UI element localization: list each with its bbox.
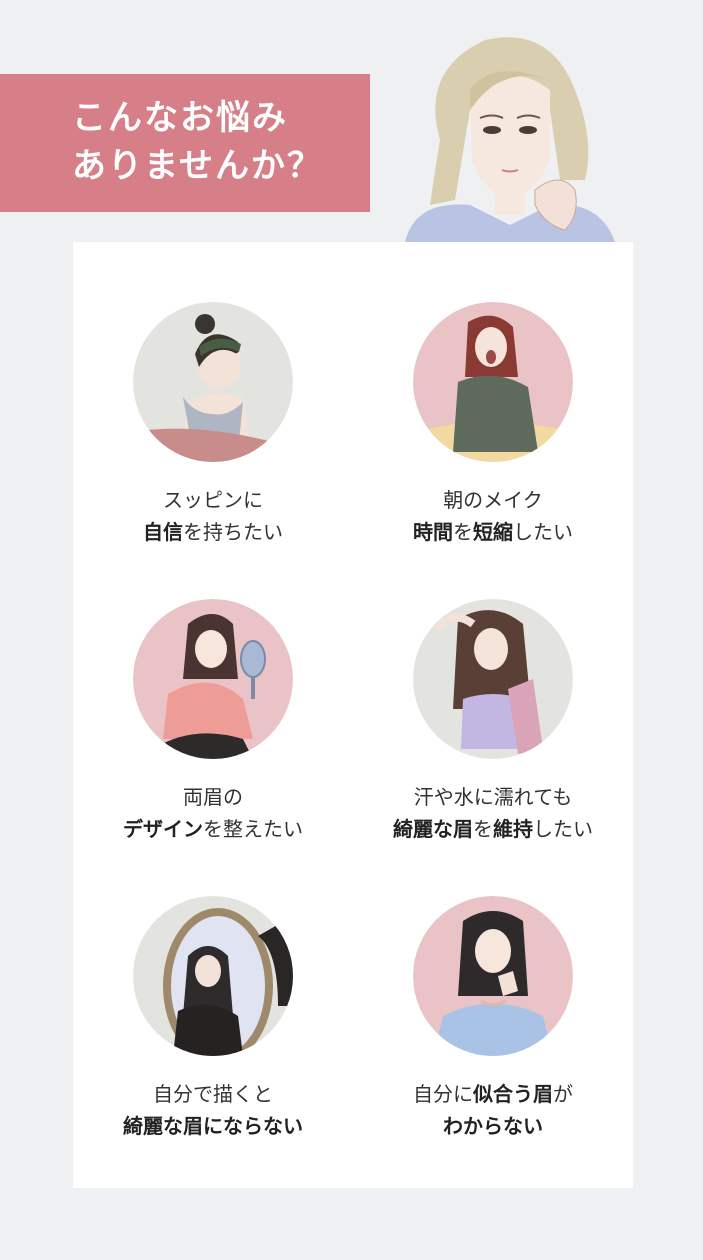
caption-line1: スッピンに	[163, 488, 263, 512]
concern-caption: 朝のメイク 時間を短縮したい	[413, 484, 573, 548]
woman-headband-image	[133, 302, 293, 462]
concern-caption: 両眉の デザインを整えたい	[123, 781, 303, 845]
caption-line1: 朝のメイク	[443, 488, 543, 512]
concern-item: 自分に似合う眉が わからない	[353, 896, 633, 1176]
caption-line2: 自信を持ちたい	[143, 520, 283, 544]
caption-line1: 自分に似合う眉が	[413, 1082, 573, 1106]
concern-caption: 汗や水に濡れても 綺麗な眉を維持したい	[393, 781, 593, 845]
woman-towel-image	[413, 599, 573, 759]
caption-line2: 綺麗な眉を維持したい	[393, 817, 593, 841]
caption-line2: 綺麗な眉にならない	[123, 1114, 303, 1138]
worried-woman-illustration	[400, 30, 620, 242]
caption-line2: わからない	[443, 1114, 543, 1138]
header-title-line1: こんなお悩み	[72, 98, 288, 138]
concern-item: 自分で描くと 綺麗な眉にならない	[73, 896, 353, 1176]
concern-item: スッピンに 自信を持ちたい	[73, 302, 353, 582]
caption-line1: 汗や水に濡れても	[413, 785, 573, 809]
concern-caption: スッピンに 自信を持ちたい	[143, 484, 283, 548]
caption-line1: 両眉の	[183, 785, 243, 809]
concern-item: 汗や水に濡れても 綺麗な眉を維持したい	[353, 599, 633, 879]
woman-hand-mirror-image	[133, 599, 293, 759]
caption-line2: デザインを整えたい	[123, 817, 303, 841]
caption-line2: 時間を短縮したい	[413, 520, 573, 544]
header-title-line2: ありませんか？	[72, 146, 323, 186]
concern-caption: 自分で描くと 綺麗な眉にならない	[123, 1078, 303, 1142]
caption-line1: 自分で描くと	[153, 1082, 273, 1106]
woman-yawning-image	[413, 302, 573, 462]
concern-item: 両眉の デザインを整えたい	[73, 599, 353, 879]
concern-item: 朝のメイク 時間を短縮したい	[353, 302, 633, 582]
header-banner: こんなお悩み ありませんか？	[0, 74, 370, 212]
woman-thinking-image	[413, 896, 573, 1056]
concern-caption: 自分に似合う眉が わからない	[413, 1078, 573, 1142]
woman-wall-mirror-image	[133, 896, 293, 1056]
concerns-card: スッピンに 自信を持ちたい 朝のメイク 時間を短縮したい 両眉の デザインを整え…	[73, 242, 633, 1188]
